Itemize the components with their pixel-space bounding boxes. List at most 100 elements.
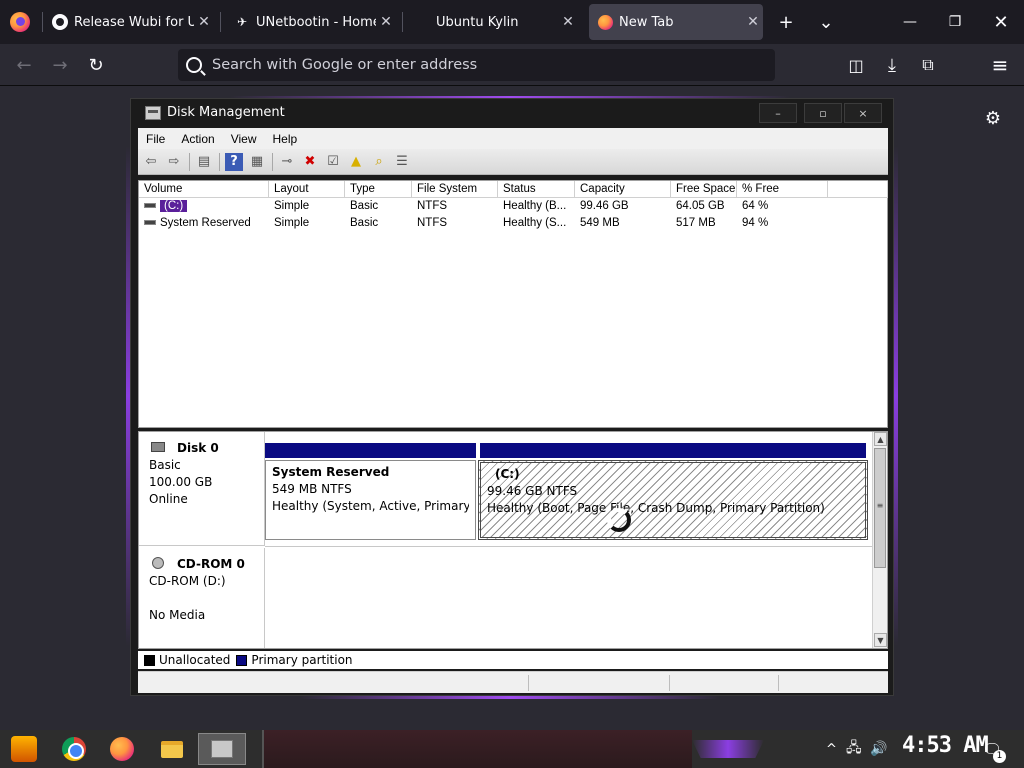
app-menu-button[interactable]: ≡ [986,51,1014,79]
list-all-tabs-button[interactable]: ⌄ [812,8,840,36]
menu-view[interactable]: View [223,132,265,146]
volume-icon [144,203,156,209]
cell-status: Healthy (S... [503,217,567,229]
clock[interactable]: 4:53 AM [902,733,989,758]
connect-icon[interactable]: ⊸ [278,153,296,171]
taskbar-disk-management[interactable] [198,733,246,765]
scroll-down-icon[interactable]: ▼ [874,633,887,647]
column-header-layout[interactable]: Layout [269,181,345,198]
dm-minimize-button[interactable]: – [759,103,797,123]
forward-button[interactable]: → [46,51,74,79]
column-header-file-system[interactable]: File System [412,181,498,198]
cell-type: Basic [350,217,379,229]
menu-help[interactable]: Help [265,132,306,146]
search-icon [186,57,202,73]
new-tab-button[interactable]: + [772,8,800,36]
scroll-up-icon[interactable]: ▲ [874,432,887,446]
help-icon[interactable]: ? [225,152,243,171]
extensions-button[interactable]: ⧉ [914,51,942,79]
column-header-empty [828,181,888,198]
restore-window-button[interactable]: ❐ [941,8,969,36]
tab-label: Release Wubi for Ubu [74,14,194,30]
address-input[interactable] [212,57,732,73]
gear-icon[interactable]: ⚙ [982,107,1004,129]
tab-close-icon[interactable]: ✕ [743,14,763,30]
disk-state: No Media [149,608,206,622]
search-folder-icon[interactable]: ⌕ [370,153,388,171]
firefox-icon [110,737,134,761]
tab-ubuntu-kylin[interactable]: Ubuntu Kylin ✕ [416,4,578,40]
dm-close-button[interactable]: × [844,103,882,123]
cdrom-0-label[interactable]: CD-ROM 0 CD-ROM (D:) No Media [139,548,265,648]
column-header-status[interactable]: Status [498,181,575,198]
taskbar-decoration [262,730,692,768]
legend-swatch-primary [236,654,248,666]
volume-list: Volume Layout Type File System Status Ca… [138,180,888,428]
start-button[interactable] [6,733,42,765]
pocket-button[interactable]: ◫ [842,51,870,79]
close-window-button[interactable]: ✕ [987,8,1015,36]
tab-new-tab[interactable]: New Tab ✕ [589,4,763,40]
column-header-percent-free[interactable]: % Free [737,181,828,198]
volume-name: (C:) [160,200,188,212]
column-header-type[interactable]: Type [345,181,412,198]
forward-arrow-icon[interactable]: ⇨ [165,153,183,171]
partition-name: System Reserved [272,465,390,479]
status-segment [778,675,779,691]
checklist-icon[interactable]: ☑ [324,153,342,171]
tab-unetbootin[interactable]: ✈ UNetbootin - Homepa ✕ [234,4,396,40]
menu-file[interactable]: File [138,132,173,146]
taskbar-chrome[interactable] [56,733,92,765]
tab-close-icon[interactable]: ✕ [558,14,578,30]
list-view-icon[interactable]: ☰ [393,153,411,171]
tab-label: UNetbootin - Homepa [256,14,376,30]
notification-count-badge: 1 [993,750,1006,763]
volume-icon[interactable]: 🔊 [870,730,887,768]
tab-separator [402,12,403,32]
partition-c-drive[interactable]: (C:) 99.46 GB NTFS Healthy (Boot, Page F… [478,443,868,540]
dm-restore-button[interactable]: ▫ [804,103,842,123]
column-header-capacity[interactable]: Capacity [575,181,671,198]
toolbar: ⇦ ⇨ ▤ ? ▦ ⊸ ✖ ☑ ▲ ⌕ ☰ [138,149,888,175]
back-arrow-icon[interactable]: ⇦ [142,153,160,171]
reload-button[interactable]: ↻ [82,51,110,79]
console-tree-icon[interactable]: ▤ [195,153,213,171]
partition-size: 99.46 GB NTFS [487,484,578,498]
column-header-volume[interactable]: Volume [139,181,269,198]
folder-up-icon[interactable]: ▲ [347,153,365,171]
tab-close-icon[interactable]: ✕ [376,14,396,30]
network-icon[interactable]: 🖧 [846,730,862,768]
taskbar-firefox[interactable] [104,733,140,765]
unetbootin-icon: ✈ [236,15,248,29]
window-title: Disk Management [167,105,285,120]
disk-size: 100.00 GB [149,475,213,489]
delete-icon[interactable]: ✖ [301,153,319,171]
partition-name: (C:) [495,467,520,481]
firefox-menu-icon[interactable] [10,12,30,32]
volume-name: System Reserved [160,217,251,229]
menu-action[interactable]: Action [173,132,222,146]
back-button[interactable]: ← [10,51,38,79]
partition-system-reserved[interactable]: System Reserved 549 MB NTFS Healthy (Sys… [265,443,476,540]
toolbar-separator [272,152,273,171]
graph-scrollbar[interactable]: ▲ ≡ ▼ [872,432,887,648]
firefox-icon [597,14,613,30]
downloads-button[interactable]: ⤓ [878,51,906,79]
disk-0-label[interactable]: Disk 0 Basic 100.00 GB Online [139,432,265,546]
cell-file-system: NTFS [417,200,448,212]
tab-release-wubi[interactable]: Release Wubi for Ubu ✕ [52,4,214,40]
folder-icon [161,740,183,758]
disk-type: CD-ROM (D:) [149,574,226,588]
tray-overflow[interactable]: ^ [826,730,837,768]
scroll-thumb[interactable]: ≡ [874,448,886,568]
minimize-window-button[interactable]: — [896,8,924,36]
properties-icon[interactable]: ▦ [248,153,266,171]
disk-spacer [149,590,264,607]
disk-name: Disk 0 [149,440,264,457]
tab-close-icon[interactable]: ✕ [194,14,214,30]
partition-status: Healthy (Boot, Page File, Crash Dump, Pr… [487,501,825,515]
taskbar-file-explorer[interactable] [154,733,190,765]
disk-name-text: CD-ROM 0 [177,557,245,571]
address-bar[interactable] [178,49,775,81]
column-header-free-space[interactable]: Free Space [671,181,737,198]
